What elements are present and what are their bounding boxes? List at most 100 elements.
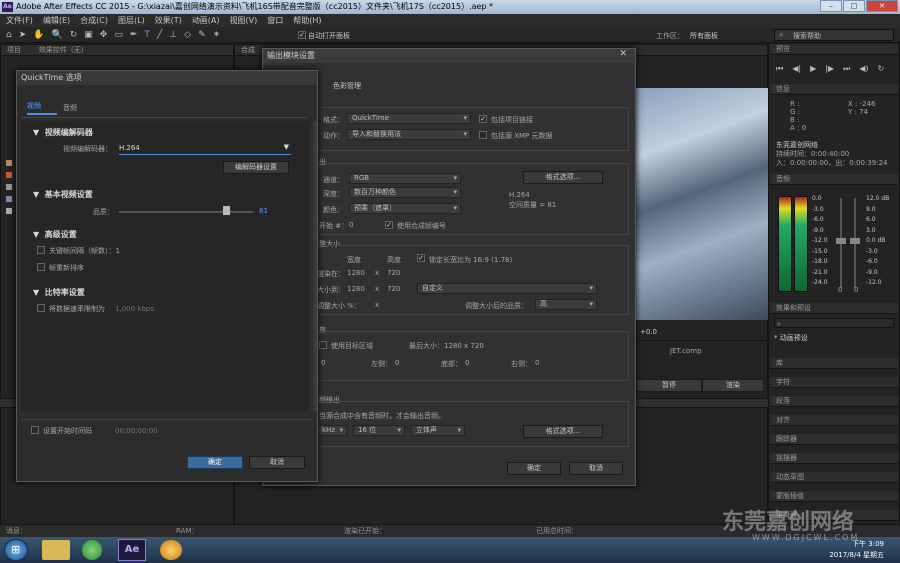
menu-item-4[interactable]: 效果(T) bbox=[155, 14, 182, 27]
crop-top-value[interactable]: 0 bbox=[321, 359, 325, 367]
workspace-select[interactable]: 所有面板 bbox=[690, 31, 718, 41]
pause-button[interactable]: 暂停 bbox=[636, 379, 702, 392]
include-xmp-checkbox[interactable] bbox=[479, 131, 487, 139]
crop-right-value[interactable]: 0 bbox=[535, 359, 539, 367]
panel-tab-6[interactable]: 动态草图 bbox=[770, 472, 898, 483]
camera-tool-icon[interactable]: ▣ bbox=[84, 30, 93, 40]
roto-tool-icon[interactable]: ✎ bbox=[198, 30, 206, 40]
start-frame-value[interactable]: 0 bbox=[349, 221, 353, 229]
mute-icon[interactable]: ◀) bbox=[859, 64, 868, 74]
resize-height[interactable]: 720 bbox=[387, 285, 400, 293]
menu-item-0[interactable]: 文件(F) bbox=[6, 14, 33, 27]
post-render-select[interactable]: 导入和替换用法 bbox=[347, 129, 471, 140]
format-options-button[interactable]: 格式选项... bbox=[523, 171, 603, 184]
panel-tab-0[interactable]: 库 bbox=[770, 358, 898, 369]
clone-tool-icon[interactable]: ⊥ bbox=[169, 30, 177, 40]
depth-select[interactable]: 数百万种颜色 bbox=[349, 187, 461, 198]
color-select[interactable]: 预乘（遮罩） bbox=[349, 203, 461, 214]
audio-format-options-button[interactable]: 格式选项... bbox=[523, 425, 603, 438]
play-icon[interactable]: ▶ bbox=[810, 64, 816, 74]
render-button[interactable]: 渲染 bbox=[702, 379, 764, 392]
panel-tab-1[interactable]: 字符 bbox=[770, 377, 898, 388]
search-help-input[interactable]: 搜索帮助 ⌕ bbox=[774, 29, 894, 41]
panel-tab-5[interactable]: 摇摆器 bbox=[770, 453, 898, 464]
advanced-section[interactable]: ▼ 高级设置 bbox=[33, 229, 77, 240]
qt-ok-button[interactable]: 确定 bbox=[187, 456, 243, 469]
volume-slider-handle-right[interactable] bbox=[850, 238, 860, 244]
scrollbar[interactable] bbox=[313, 121, 317, 411]
use-comp-frame-checkbox[interactable]: ✓ bbox=[385, 221, 393, 229]
bit-depth-select[interactable]: 16 位 bbox=[353, 425, 405, 436]
timecode-value[interactable]: 00;00;00;00 bbox=[115, 427, 158, 435]
close-button[interactable]: ✕ bbox=[866, 0, 898, 12]
close-icon[interactable]: ✕ bbox=[619, 49, 627, 59]
quality-slider-handle[interactable] bbox=[223, 206, 230, 215]
qt-cancel-button[interactable]: 取消 bbox=[249, 456, 305, 469]
paint-taskbar-icon[interactable] bbox=[160, 540, 182, 560]
panel-tab-4[interactable]: 跟踪器 bbox=[770, 434, 898, 445]
menu-item-7[interactable]: 窗口 bbox=[267, 14, 283, 27]
sample-rate-select[interactable]: kHz bbox=[317, 425, 347, 436]
include-project-checkbox[interactable]: ✓ bbox=[479, 115, 487, 123]
effects-presets-tab[interactable]: 效果和预设 bbox=[770, 303, 898, 314]
crop-left-value[interactable]: 0 bbox=[395, 359, 399, 367]
quality-value[interactable]: 81 bbox=[259, 207, 268, 215]
eraser-tool-icon[interactable]: ◇ bbox=[184, 30, 191, 40]
exposure-value[interactable]: +0.0 bbox=[640, 328, 657, 336]
auto-open-checkbox[interactable]: ✓ bbox=[298, 31, 306, 39]
ok-button[interactable]: 确定 bbox=[507, 462, 561, 475]
menu-item-1[interactable]: 编辑(E) bbox=[43, 14, 70, 27]
start-timecode-checkbox[interactable] bbox=[31, 426, 39, 434]
start-button[interactable]: ⊞ bbox=[4, 539, 28, 561]
bitrate-checkbox[interactable] bbox=[37, 304, 45, 312]
audio-tab[interactable]: 音频 bbox=[770, 174, 898, 185]
first-frame-icon[interactable]: ⏮ bbox=[776, 64, 783, 74]
project-tab[interactable]: 项目 效果控件（无） bbox=[1, 45, 233, 56]
brush-tool-icon[interactable]: ╱ bbox=[157, 30, 162, 40]
maximize-button[interactable]: □ bbox=[843, 0, 865, 12]
explorer-taskbar-icon[interactable] bbox=[42, 540, 70, 560]
bitrate-value[interactable]: 1,000 kbps bbox=[115, 305, 154, 313]
panel-tab-2[interactable]: 段落 bbox=[770, 396, 898, 407]
comp-tab-jet[interactable]: JET.comp bbox=[670, 347, 702, 355]
pen-tool-icon[interactable]: ✒ bbox=[130, 30, 138, 40]
quality-slider-track[interactable] bbox=[119, 211, 253, 213]
hand-tool-icon[interactable]: ✋ bbox=[33, 30, 44, 40]
loop-icon[interactable]: ↻ bbox=[878, 64, 885, 74]
rect-tool-icon[interactable]: ▭ bbox=[114, 30, 123, 40]
crop-bottom-value[interactable]: 0 bbox=[465, 359, 469, 367]
preview-tab[interactable]: 预览 bbox=[770, 44, 898, 55]
channels-audio-select[interactable]: 立体声 bbox=[411, 425, 465, 436]
home-icon[interactable]: ⌂ bbox=[6, 30, 12, 40]
ae-taskbar-icon[interactable]: Ae bbox=[118, 539, 146, 561]
channels-select[interactable]: RGB bbox=[349, 173, 461, 184]
menu-item-5[interactable]: 动画(A) bbox=[192, 14, 220, 27]
tab-audio[interactable]: 音频 bbox=[63, 103, 77, 113]
menu-item-8[interactable]: 帮助(H) bbox=[293, 14, 321, 27]
selection-tool-icon[interactable]: ➤ bbox=[19, 30, 27, 40]
resize-preset-select[interactable]: 自定义 bbox=[417, 283, 597, 294]
pan-tool-icon[interactable]: ✥ bbox=[100, 30, 108, 40]
animation-presets-item[interactable]: * 动画预设 bbox=[774, 333, 808, 343]
pin-tool-icon[interactable]: ✶ bbox=[213, 30, 221, 40]
zoom-tool-icon[interactable]: 🔍 bbox=[51, 30, 62, 40]
prev-frame-icon[interactable]: ◀| bbox=[792, 64, 801, 74]
minimize-button[interactable]: – bbox=[820, 0, 842, 12]
resize-width[interactable]: 1280 bbox=[347, 285, 365, 293]
rotate-tool-icon[interactable]: ↻ bbox=[70, 30, 78, 40]
tab-video[interactable]: 视频 bbox=[27, 101, 57, 115]
info-tab[interactable]: 信息 bbox=[770, 84, 898, 95]
reorder-checkbox[interactable] bbox=[37, 263, 45, 271]
codec-section[interactable]: ▼ 视频编解码器 bbox=[33, 127, 93, 138]
effects-search-input[interactable]: ⌕ bbox=[774, 318, 894, 328]
codec-select[interactable]: H.264 ▼ bbox=[119, 143, 291, 155]
browser-taskbar-icon[interactable] bbox=[82, 540, 102, 560]
format-select[interactable]: QuickTime bbox=[347, 113, 471, 124]
panel-tab-3[interactable]: 对齐 bbox=[770, 415, 898, 426]
menu-item-3[interactable]: 图层(L) bbox=[118, 14, 145, 27]
clock[interactable]: 下午 3:09 2017/8/4 星期五 bbox=[808, 539, 884, 561]
use-roi-checkbox[interactable] bbox=[319, 341, 327, 349]
cancel-button[interactable]: 取消 bbox=[569, 462, 623, 475]
resize-quality-select[interactable]: 高 bbox=[535, 299, 597, 310]
menu-item-6[interactable]: 视图(V) bbox=[230, 14, 258, 27]
